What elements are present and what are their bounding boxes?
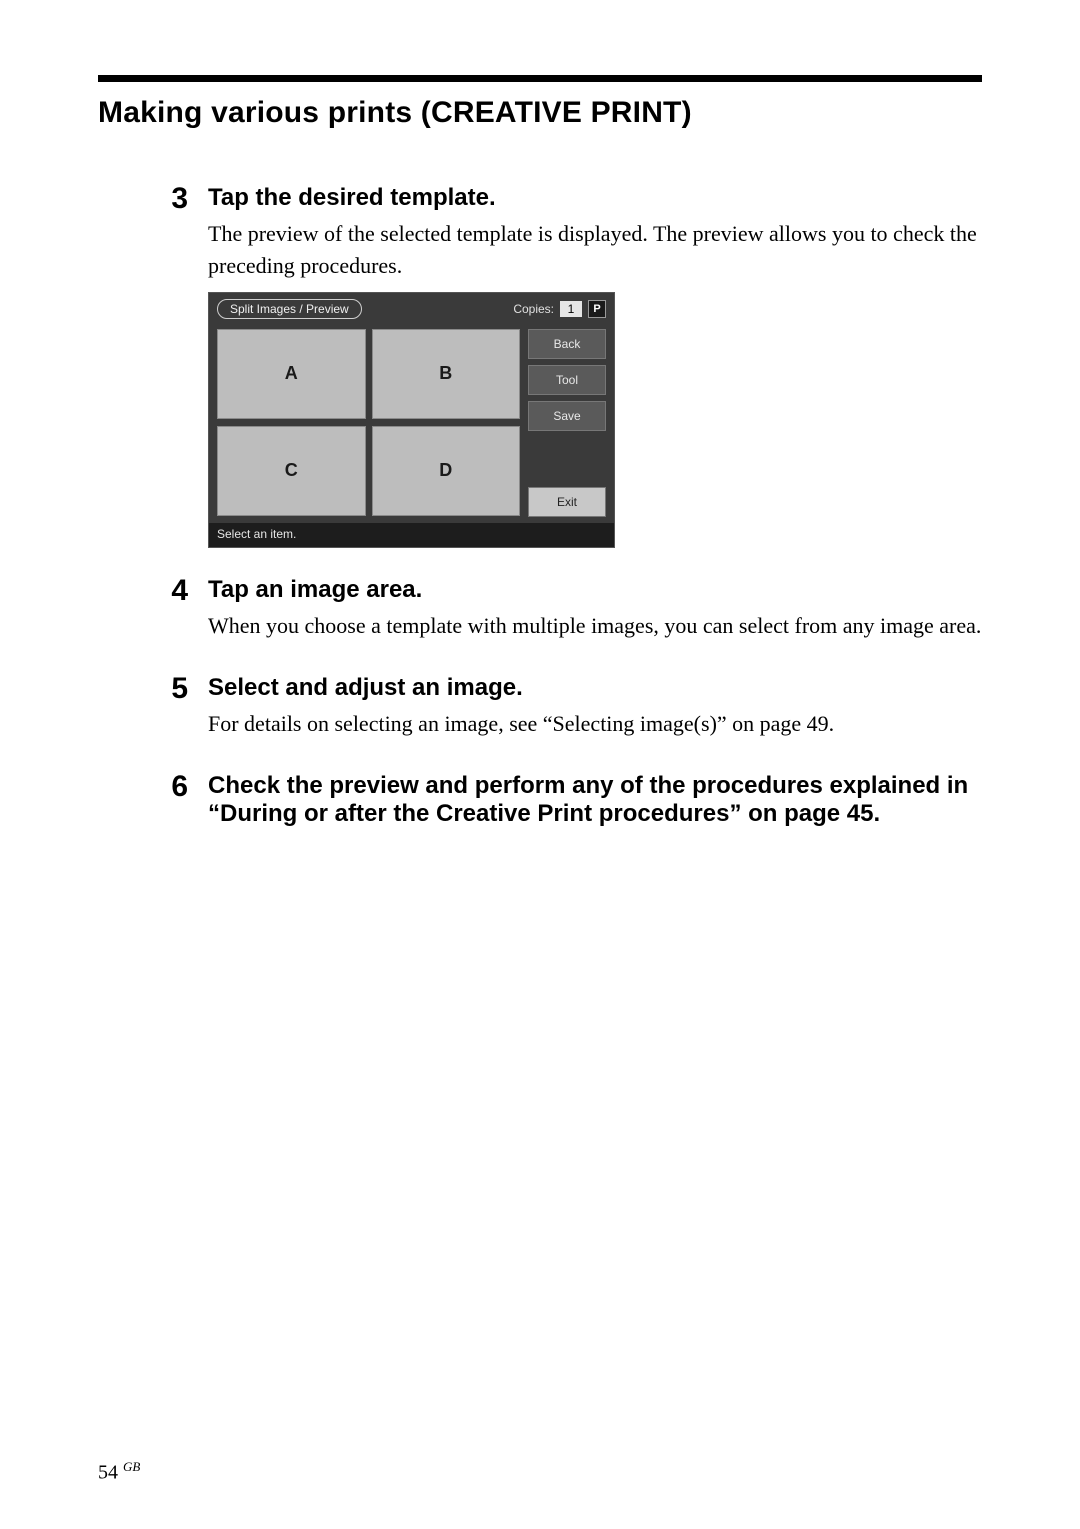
step-body: Select and adjust an image. For details … xyxy=(208,674,982,750)
save-button[interactable]: Save xyxy=(528,401,606,431)
copies-value[interactable]: 1 xyxy=(560,301,582,317)
preview-screenshot: Split Images / Preview Copies: 1 P A B C… xyxy=(208,292,615,548)
screenshot-main: A B C D Back Tool Save Exit xyxy=(209,325,614,519)
step-number: 5 xyxy=(98,674,208,750)
step-number: 4 xyxy=(98,576,208,652)
step-description: For details on selecting an image, see “… xyxy=(208,708,982,740)
step-5: 5 Select and adjust an image. For detail… xyxy=(98,674,982,750)
step-6: 6 Check the preview and perform any of t… xyxy=(98,772,982,834)
exit-button[interactable]: Exit xyxy=(528,487,606,517)
step-heading: Tap the desired template. xyxy=(208,184,982,212)
step-body: Tap an image area. When you choose a tem… xyxy=(208,576,982,652)
p-badge-icon: P xyxy=(588,300,606,318)
step-number: 3 xyxy=(98,184,208,548)
step-heading: Select and adjust an image. xyxy=(208,674,982,702)
page-footer: 54 GB xyxy=(98,1459,140,1485)
header-rule xyxy=(98,75,982,82)
image-area-b[interactable]: B xyxy=(372,329,521,419)
image-area-d[interactable]: D xyxy=(372,426,521,516)
image-area-a[interactable]: A xyxy=(217,329,366,419)
page-region: GB xyxy=(123,1459,140,1474)
side-buttons: Back Tool Save Exit xyxy=(528,329,606,517)
step-heading: Tap an image area. xyxy=(208,576,982,604)
section-title: Making various prints (CREATIVE PRINT) xyxy=(98,96,982,130)
screen-tab-split-images[interactable]: Split Images / Preview xyxy=(217,299,362,319)
image-area-c[interactable]: C xyxy=(217,426,366,516)
step-body: Tap the desired template. The preview of… xyxy=(208,184,982,548)
step-description: The preview of the selected template is … xyxy=(208,218,982,282)
screenshot-status: Select an item. xyxy=(209,523,614,547)
tool-button[interactable]: Tool xyxy=(528,365,606,395)
copies-label: Copies: xyxy=(513,302,554,316)
step-description: When you choose a template with multiple… xyxy=(208,610,982,642)
back-button[interactable]: Back xyxy=(528,329,606,359)
screenshot-header: Split Images / Preview Copies: 1 P xyxy=(209,293,614,325)
step-body: Check the preview and perform any of the… xyxy=(208,772,982,834)
step-4: 4 Tap an image area. When you choose a t… xyxy=(98,576,982,652)
template-grid: A B C D xyxy=(217,329,520,517)
page-number: 54 xyxy=(98,1462,118,1484)
step-number: 6 xyxy=(98,772,208,834)
step-3: 3 Tap the desired template. The preview … xyxy=(98,184,982,548)
step-heading: Check the preview and perform any of the… xyxy=(208,772,982,828)
